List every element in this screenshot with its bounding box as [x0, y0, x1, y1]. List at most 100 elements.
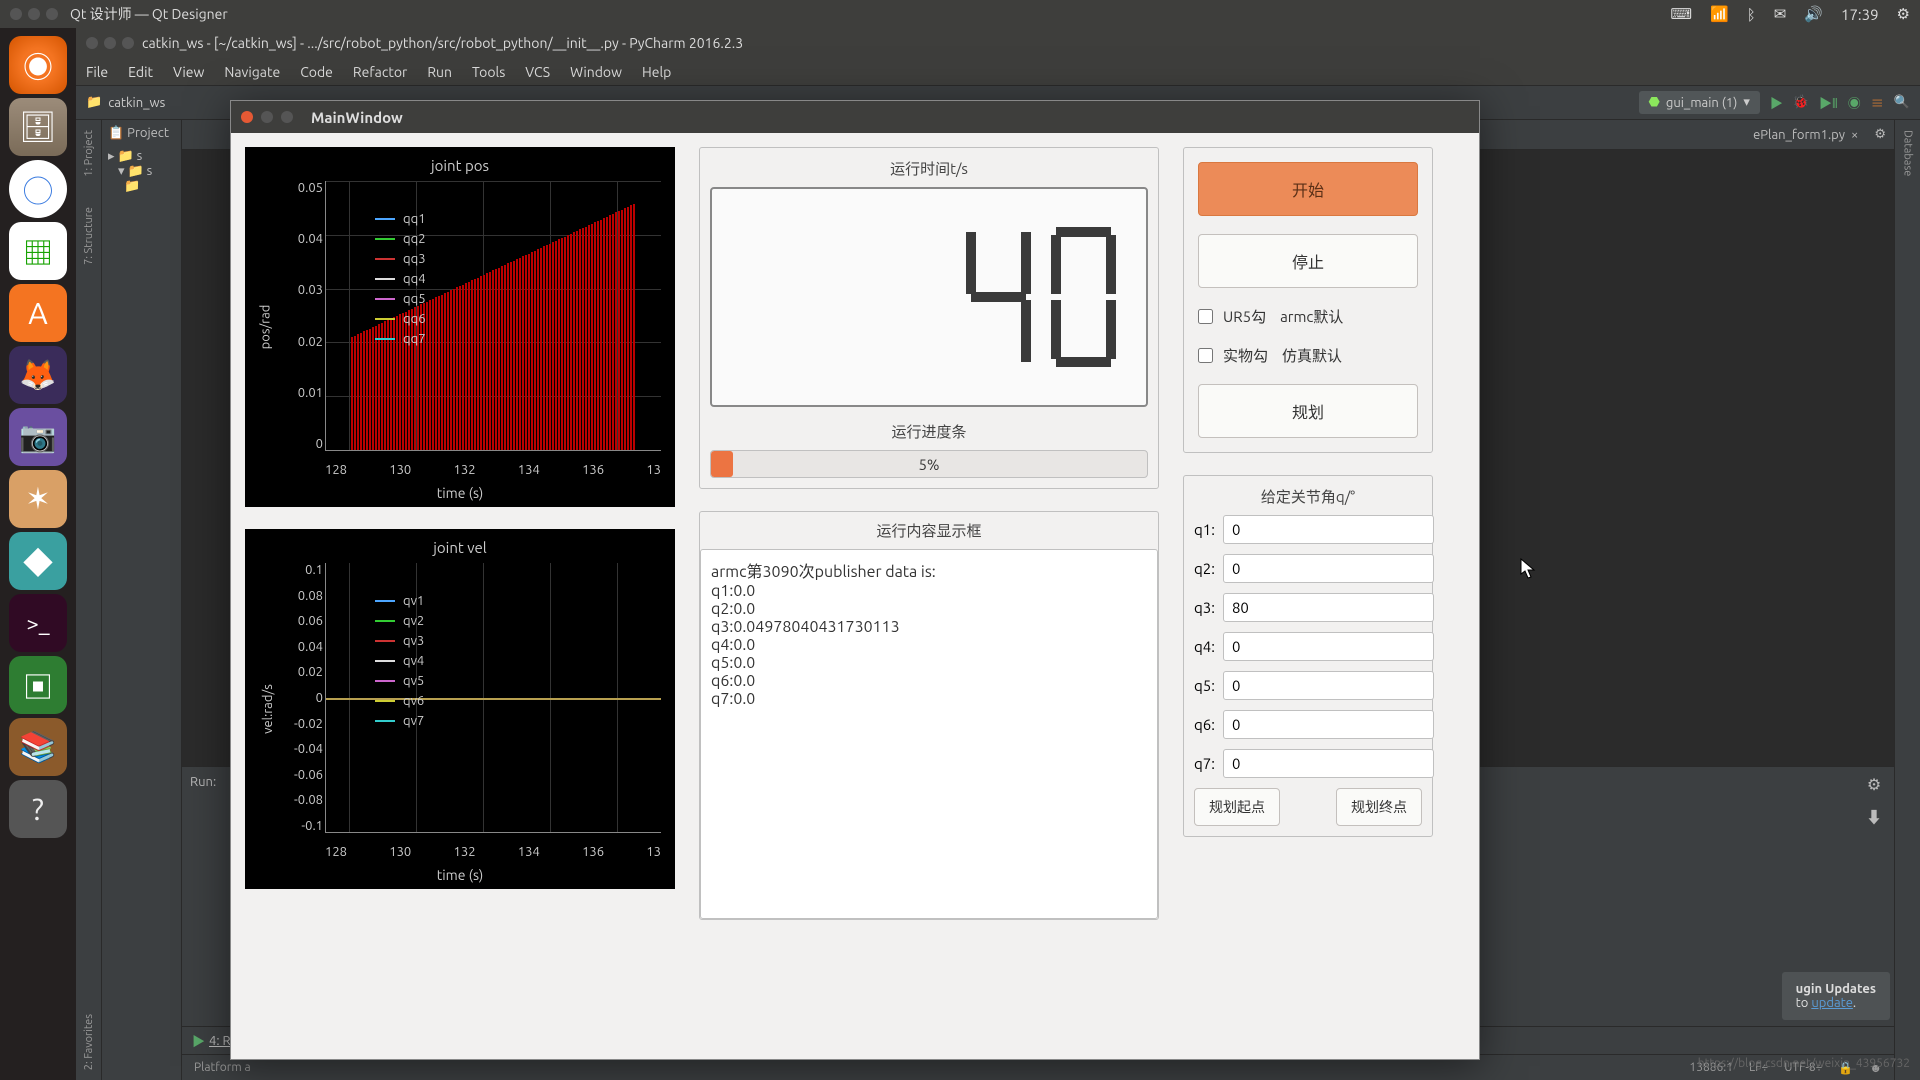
- clock[interactable]: 17:39: [1841, 6, 1879, 23]
- project-header: 📋 Project: [108, 126, 175, 141]
- editor-tab[interactable]: ePlan_form1.py ×: [1745, 124, 1866, 146]
- q-label: q7:: [1194, 755, 1215, 772]
- sidebar-favorites[interactable]: 2: Favorites: [83, 1014, 95, 1070]
- start-button[interactable]: 开始: [1198, 162, 1418, 216]
- debug-icon[interactable]: 🐞: [1793, 95, 1809, 110]
- app-icon[interactable]: ▣: [9, 656, 67, 714]
- python-icon: ⬣: [1649, 95, 1660, 110]
- project-tree[interactable]: 📋 Project ▸ 📁 s ▾ 📁 s 📁: [102, 120, 182, 1080]
- q1-input[interactable]: [1223, 515, 1434, 544]
- run-config-selector[interactable]: ⬣ gui_main (1) ▾: [1639, 91, 1760, 114]
- q2-input[interactable]: [1223, 554, 1434, 583]
- sidebar-structure[interactable]: 7: Structure: [83, 207, 95, 265]
- coverage-icon[interactable]: ▶⦀: [1819, 93, 1838, 112]
- plan-button[interactable]: 规划: [1198, 384, 1418, 438]
- close-icon[interactable]: [10, 8, 22, 20]
- breadcrumb[interactable]: catkin_ws: [108, 96, 165, 110]
- chromium-icon[interactable]: ◯: [9, 160, 67, 218]
- folder-icon: 📁: [86, 95, 102, 110]
- menu-file[interactable]: File: [86, 64, 108, 80]
- run-label: Run:: [182, 767, 222, 1026]
- q7-input[interactable]: [1223, 749, 1434, 778]
- menu-vcs[interactable]: VCS: [525, 64, 550, 80]
- q6-input[interactable]: [1223, 710, 1434, 739]
- q3-input[interactable]: [1223, 593, 1434, 622]
- joint-pos-plot[interactable]: joint pos pos/rad 0.050.040.030.020.010 …: [245, 147, 675, 507]
- gear-icon[interactable]: ⚙: [1897, 5, 1910, 23]
- minimize-icon[interactable]: [28, 8, 40, 20]
- window-title: Qt 设计师 — Qt Designer: [70, 4, 1670, 24]
- gear-icon[interactable]: ⚙: [1874, 127, 1886, 142]
- ur5-checkbox[interactable]: [1198, 309, 1213, 324]
- terminal-icon[interactable]: >_: [9, 594, 67, 652]
- y-ticks: 0.050.040.030.020.010: [283, 181, 323, 451]
- close-icon[interactable]: [86, 37, 98, 49]
- qt-main-window: MainWindow joint pos pos/rad 0.050.040.0…: [230, 100, 1480, 1060]
- menu-run[interactable]: Run: [427, 64, 452, 80]
- bluetooth-icon[interactable]: ᛒ: [1747, 6, 1756, 23]
- q-label: q3:: [1194, 599, 1215, 616]
- minimize-icon[interactable]: [261, 111, 273, 123]
- files-icon[interactable]: 🗄: [9, 98, 67, 156]
- q-label: q1:: [1194, 521, 1215, 538]
- sidebar-database[interactable]: Database: [1902, 130, 1914, 176]
- volume-icon[interactable]: 🔊: [1804, 5, 1823, 23]
- mail-icon[interactable]: ✉: [1774, 5, 1787, 23]
- y-ticks: 0.10.080.060.040.020-0.02-0.04-0.06-0.08…: [283, 563, 323, 833]
- maximize-icon[interactable]: [46, 8, 58, 20]
- search-icon[interactable]: 🔍: [1894, 95, 1910, 110]
- minimize-icon[interactable]: [104, 37, 116, 49]
- real-checkbox[interactable]: [1198, 348, 1213, 363]
- menu-navigate[interactable]: Navigate: [224, 64, 280, 80]
- mainwindow-titlebar[interactable]: MainWindow: [231, 101, 1479, 133]
- close-icon[interactable]: [241, 111, 253, 123]
- gear-icon[interactable]: ⚙: [1867, 775, 1881, 794]
- stop-icon[interactable]: ≡: [1871, 93, 1884, 112]
- run-tab-icon: ▶: [192, 1031, 205, 1050]
- pycharm-title: catkin_ws - [~/catkin_ws] - .../src/robo…: [142, 35, 743, 51]
- chevron-down-icon: ▾: [1743, 95, 1750, 110]
- menu-window[interactable]: Window: [570, 64, 622, 80]
- app-icon[interactable]: ✶: [9, 470, 67, 528]
- content-textbox[interactable]: armc第3090次publisher data is: q1:0.0 q2:0…: [700, 549, 1158, 919]
- pycharm-menubar[interactable]: File Edit View Navigate Code Refactor Ru…: [76, 58, 1920, 86]
- maximize-icon[interactable]: [122, 37, 134, 49]
- lcd-digits: [956, 222, 1126, 372]
- maximize-icon[interactable]: [281, 111, 293, 123]
- menu-edit[interactable]: Edit: [128, 64, 153, 80]
- menu-view[interactable]: View: [173, 64, 204, 80]
- close-icon[interactable]: ×: [1851, 128, 1858, 142]
- plan-start-button[interactable]: 规划起点: [1194, 788, 1280, 826]
- menu-tools[interactable]: Tools: [472, 64, 505, 80]
- firefox-icon[interactable]: 🦊: [9, 346, 67, 404]
- right-tool-gutter: Database: [1894, 120, 1920, 1080]
- menu-code[interactable]: Code: [300, 64, 333, 80]
- keyboard-icon[interactable]: ⌨: [1670, 5, 1692, 23]
- window-title: MainWindow: [311, 109, 403, 126]
- software-center-icon[interactable]: A: [9, 284, 67, 342]
- screenshot-icon[interactable]: 📷: [9, 408, 67, 466]
- menu-help[interactable]: Help: [642, 64, 671, 80]
- collapse-icon[interactable]: ⬇: [1866, 804, 1882, 828]
- app-icon[interactable]: 📚: [9, 718, 67, 776]
- help-icon[interactable]: ?: [9, 780, 67, 838]
- dash-icon[interactable]: ◉: [9, 36, 67, 94]
- notification-balloon[interactable]: ugin Updates to update.: [1782, 972, 1890, 1020]
- q5-input[interactable]: [1223, 671, 1434, 700]
- progress-bar: 5%: [710, 450, 1148, 478]
- run-icon[interactable]: ▶: [1770, 93, 1783, 112]
- system-top-panel: Qt 设计师 — Qt Designer ⌨ 📶 ᛒ ✉ 🔊 17:39 ⚙: [0, 0, 1920, 28]
- unity-launcher: ◉ 🗄 ◯ ▦ A 🦊 📷 ✶ ◆ >_ ▣ 📚 ?: [0, 28, 76, 1080]
- menu-refactor[interactable]: Refactor: [353, 64, 407, 80]
- app-icon[interactable]: ◆: [9, 532, 67, 590]
- update-link[interactable]: update: [1811, 996, 1853, 1010]
- sidebar-project[interactable]: 1: Project: [83, 130, 95, 177]
- joint-vel-plot[interactable]: joint vel vel:rad/s 0.10.080.060.040.020…: [245, 529, 675, 889]
- legend: qv1qv2qv3qv4qv5qv6qv7: [375, 594, 424, 728]
- profile-icon[interactable]: ◉: [1848, 93, 1861, 112]
- libreoffice-calc-icon[interactable]: ▦: [9, 222, 67, 280]
- stop-button[interactable]: 停止: [1198, 234, 1418, 288]
- q4-input[interactable]: [1223, 632, 1434, 661]
- plan-end-button[interactable]: 规划终点: [1336, 788, 1422, 826]
- wifi-icon[interactable]: 📶: [1710, 5, 1729, 23]
